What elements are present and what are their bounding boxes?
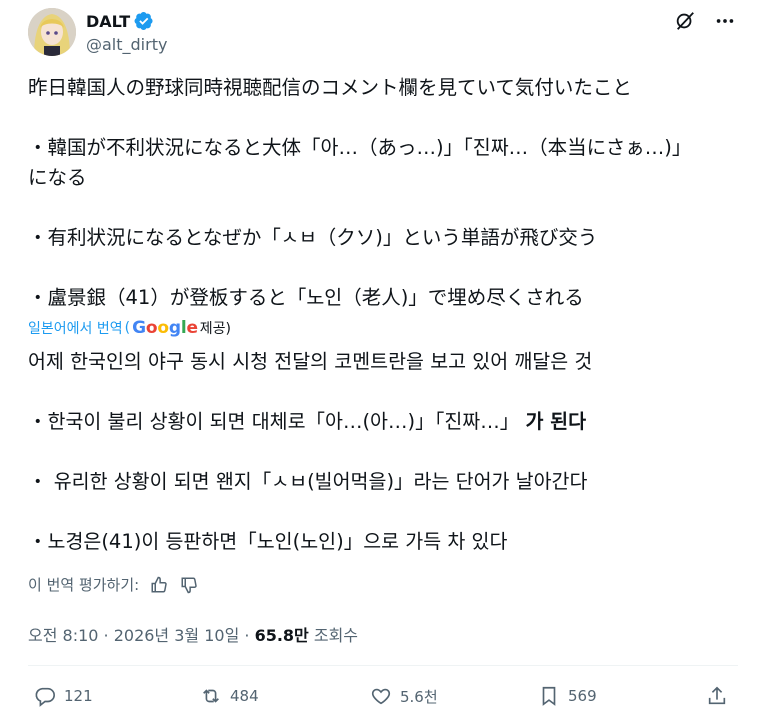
translation-attribution: 일본어에서 번역 ( Google 제공): [28, 318, 231, 338]
like-count: 5.6천: [400, 687, 438, 706]
reply-count: 121: [64, 687, 93, 705]
action-bar: 121 484 5.6천 569: [28, 685, 738, 715]
google-logo-icon: Google: [132, 318, 198, 338]
views-label: 조회수: [308, 626, 359, 645]
like-button[interactable]: 5.6천: [370, 685, 438, 707]
post-timestamp[interactable]: 오전 8:10 · 2026년 3월 10일 ·: [28, 626, 255, 645]
bookmark-icon: [542, 686, 556, 706]
author-names: DALT @alt_dirty: [86, 10, 167, 55]
views-count: 65.8만: [254, 626, 309, 645]
repost-count: 484: [230, 687, 259, 705]
post-meta: 오전 8:10 · 2026년 3월 10일 · 65.8만 조회수: [28, 622, 358, 646]
thumbs-down-icon[interactable]: [179, 575, 199, 595]
bookmark-count: 569: [568, 687, 597, 705]
translated-line: ・ 유리한 상황이 되면 왠지「ㅅㅂ(빌어먹을)」라는 단어가 날아간다: [28, 470, 588, 493]
original-line: ・韓国が不利状況になると大体「아…（あっ…)」「진짜…（本当にさぁ…)」: [28, 136, 692, 159]
original-line: になる: [28, 166, 87, 189]
more-options-icon[interactable]: [712, 8, 738, 34]
header-actions: [672, 8, 738, 34]
divider: [28, 665, 738, 666]
repost-button[interactable]: 484: [200, 685, 259, 707]
thumbs-up-icon[interactable]: [149, 575, 169, 595]
original-line: ・有利状況になるとなぜか「ㅅㅂ（クソ)」という単語が飛び交う: [28, 226, 598, 249]
translated-line: ・한국이 불리 상황이 되면 대체로「아…(아…)」「진짜…」 가 된다: [28, 410, 587, 433]
share-icon: [708, 686, 726, 705]
translated-line: ・노경은(41)이 등판하면「노인(노인)」으로 가득 차 있다: [28, 530, 508, 553]
translated-bold-segment: 가 된다: [525, 410, 587, 433]
display-name[interactable]: DALT: [86, 12, 130, 31]
verified-badge-icon: [134, 11, 154, 31]
grok-icon[interactable]: [672, 8, 698, 34]
translated-line: 어제 한국인의 야구 동시 시청 전달의 코멘트란을 보고 있어 깨달은 것: [28, 350, 593, 373]
translated-from-label[interactable]: 일본어에서 번역: [28, 318, 123, 338]
reply-icon: [35, 687, 55, 707]
rate-translation: 이 번역 평가하기:: [28, 574, 199, 595]
heart-icon: [371, 688, 391, 705]
repost-icon: [203, 689, 219, 703]
provided-label: 제공): [199, 321, 232, 337]
original-line: 昨日韓国人の野球同時視聴配信のコメント欄を見ていて気付いたこと: [28, 76, 632, 99]
share-button[interactable]: [706, 685, 728, 707]
avatar[interactable]: [28, 8, 76, 56]
post-header: DALT @alt_dirty: [28, 8, 738, 60]
post: DALT @alt_dirty 昨日韓国人の野球同時視聴配信のコメント欄を見てい…: [0, 0, 760, 720]
handle[interactable]: @alt_dirty: [86, 35, 167, 54]
original-line: ・盧景銀（41）が登板すると「노인（老人)」で埋め尽くされる: [28, 286, 584, 309]
paren-open: (: [124, 320, 131, 336]
bookmark-button[interactable]: 569: [538, 685, 597, 707]
reply-button[interactable]: 121: [34, 685, 93, 707]
rate-translation-label: 이 번역 평가하기:: [28, 576, 140, 594]
